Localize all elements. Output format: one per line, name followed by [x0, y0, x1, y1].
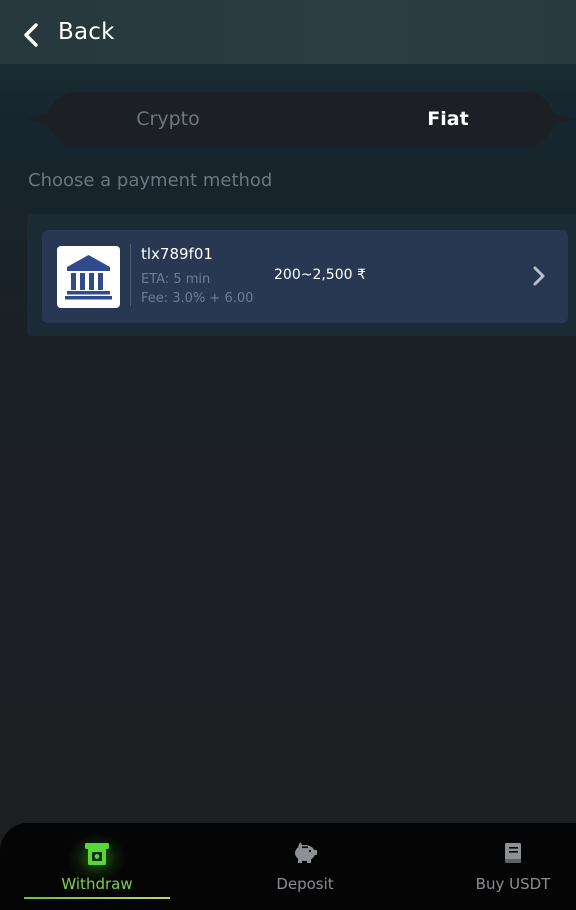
active-tab-underline [24, 897, 170, 899]
payment-type-tabs: Crypto Fiat [26, 90, 576, 148]
card-divider [130, 244, 131, 306]
bank-icon [57, 246, 120, 308]
atm-withdraw-icon [84, 842, 110, 870]
nav-withdraw-label: Withdraw [61, 875, 133, 893]
method-name: tlx789f01 [141, 245, 213, 263]
method-eta: ETA: 5 min [141, 272, 211, 287]
header-bar: Back [0, 0, 576, 64]
back-button[interactable]: Back [58, 19, 115, 45]
nav-withdraw[interactable]: Withdraw [24, 823, 170, 910]
chevron-left-icon[interactable] [22, 23, 40, 47]
nav-buy-usdt-label: Buy USDT [475, 875, 551, 893]
chevron-right-icon[interactable] [531, 264, 547, 292]
book-icon [503, 842, 523, 868]
piggy-bank-icon [292, 842, 318, 868]
tab-fiat[interactable]: Fiat [346, 90, 550, 148]
nav-deposit-label: Deposit [276, 875, 334, 893]
section-title: Choose a payment method [28, 170, 273, 191]
payment-method-card[interactable]: tlx789f01 ETA: 5 min Fee: 3.0% + 6.00 20… [42, 230, 568, 323]
method-fee: Fee: 3.0% + 6.00 [141, 291, 254, 306]
bottom-nav: Withdraw Deposit Buy USDT [0, 823, 576, 910]
method-amount-range: 200~2,500 ₹ [274, 267, 366, 283]
nav-buy-usdt[interactable]: Buy USDT [440, 823, 576, 910]
tab-crypto[interactable]: Crypto [66, 90, 270, 148]
nav-deposit[interactable]: Deposit [232, 823, 378, 910]
